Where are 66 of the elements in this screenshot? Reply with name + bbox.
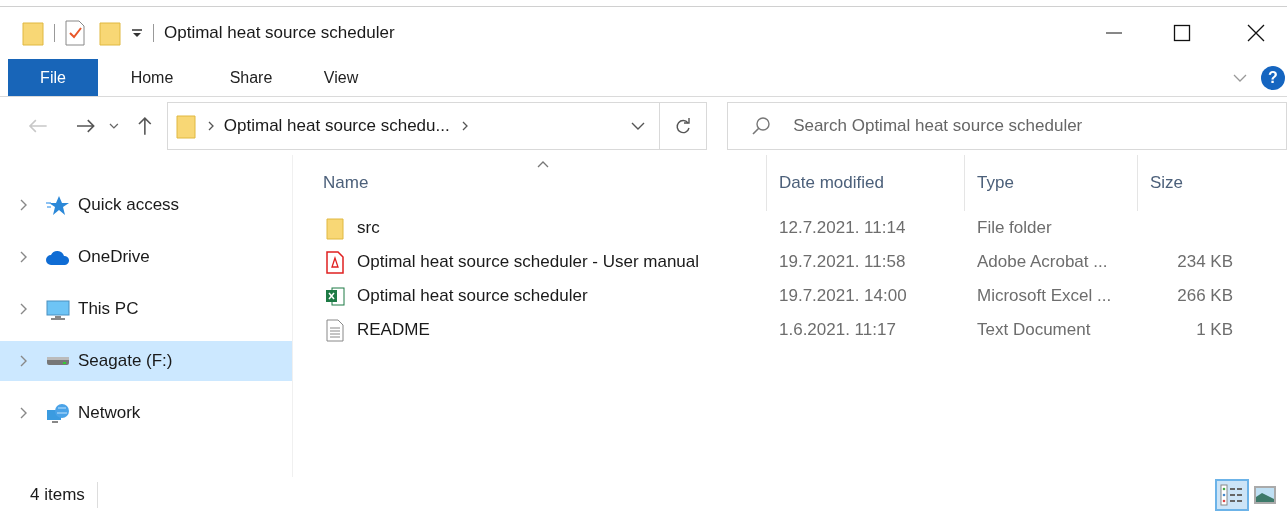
file-row[interactable]: Optimal heat source scheduler - User manual 19.7.2021. 11:58 Adobe Acrobat ... 234 KB	[293, 245, 1287, 279]
star-icon	[46, 194, 70, 216]
file-name: Optimal heat source scheduler	[357, 285, 588, 308]
navigation-item[interactable]: Seagate (F:)	[0, 341, 292, 381]
column-header[interactable]: Name	[293, 155, 767, 211]
folder-icon	[325, 216, 345, 240]
date-cell-text: 12.7.2021. 11:14	[778, 217, 907, 240]
column-header[interactable]: Type	[965, 155, 1138, 211]
file-row[interactable]: README 1.6.2021. 11:17 Text Document 1 KB	[293, 313, 1287, 347]
forward-arrow-icon[interactable]	[75, 118, 96, 134]
type-cell-text: Microsoft Excel ...	[976, 285, 1113, 308]
breadcrumb-text[interactable]: Optimal heat source schedu...	[223, 113, 450, 139]
folder-icon	[175, 113, 196, 139]
drive-icon	[46, 356, 70, 366]
file-row[interactable]: src 12.7.2021. 11:14 File folder	[293, 211, 1287, 245]
chevron-right-icon[interactable]	[461, 121, 468, 131]
file-row[interactable]: Optimal heat source scheduler 19.7.2021. 14:00 Microsoft Excel ... 266 KB	[293, 279, 1287, 313]
search-icon	[751, 116, 772, 136]
chevron-right-icon[interactable]	[20, 251, 28, 263]
ribbon-tab[interactable]: Share	[206, 59, 296, 96]
text-document-icon	[325, 318, 345, 342]
window-title: Optimal heat source scheduler	[164, 22, 395, 45]
help-button[interactable]: ?	[1261, 65, 1285, 90]
dropdown-icon[interactable]	[131, 27, 143, 39]
column-header[interactable]: Date modified	[767, 155, 965, 211]
chevron-down-icon[interactable]	[630, 121, 645, 131]
monitor-icon	[46, 298, 70, 320]
details-view-icon	[1220, 484, 1244, 506]
size-cell-text: 1 KB	[1196, 319, 1233, 342]
ribbon-tab[interactable]: Home	[98, 59, 206, 96]
type-cell-text: Text Document	[976, 319, 1092, 342]
refresh-icon[interactable]	[675, 117, 692, 135]
date-cell-text: 19.7.2021. 14:00	[778, 285, 908, 308]
chevron-right-icon[interactable]	[20, 303, 28, 315]
date-cell-text: 19.7.2021. 11:58	[778, 251, 907, 274]
maximize-icon[interactable]	[1173, 24, 1191, 42]
spreadsheet-icon	[325, 284, 345, 308]
type-cell-text: Adobe Acrobat ...	[976, 251, 1109, 274]
column-header[interactable]: Size	[1138, 155, 1263, 211]
pdf-document-icon	[325, 250, 345, 274]
properties-icon[interactable]	[65, 20, 85, 46]
navigation-item[interactable]: Network	[0, 393, 292, 433]
navigation-item[interactable]: This PC	[0, 289, 292, 329]
type-cell-text: File folder	[976, 217, 1053, 240]
details-view-button[interactable]	[1215, 479, 1249, 511]
search-field[interactable]: Search Optimal heat source scheduler	[727, 102, 1287, 150]
size-cell-text: 266 KB	[1177, 285, 1233, 308]
network-icon	[46, 402, 70, 424]
ribbon-tab[interactable]: View	[296, 59, 386, 96]
up-arrow-icon[interactable]	[137, 116, 153, 136]
large-icons-view-icon[interactable]	[1253, 485, 1277, 505]
navigation-item[interactable]: OneDrive	[0, 237, 292, 277]
file-name: README	[357, 319, 430, 342]
ribbon-tab[interactable]: File	[8, 59, 98, 96]
chevron-right-icon	[207, 121, 214, 131]
status-text: 4 items	[30, 482, 98, 508]
navigation-item[interactable]: Quick access	[0, 185, 292, 225]
file-name: Optimal heat source scheduler - User manual	[357, 251, 700, 274]
chevron-down-icon[interactable]	[109, 122, 120, 130]
file-name: src	[357, 217, 380, 240]
close-icon[interactable]	[1247, 24, 1265, 42]
chevron-right-icon[interactable]	[20, 199, 28, 211]
chevron-right-icon[interactable]	[20, 407, 28, 419]
date-cell-text: 1.6.2021. 11:17	[778, 319, 897, 342]
size-cell-text: 234 KB	[1177, 251, 1233, 274]
address-bar[interactable]: Optimal heat source schedu...	[166, 102, 660, 150]
